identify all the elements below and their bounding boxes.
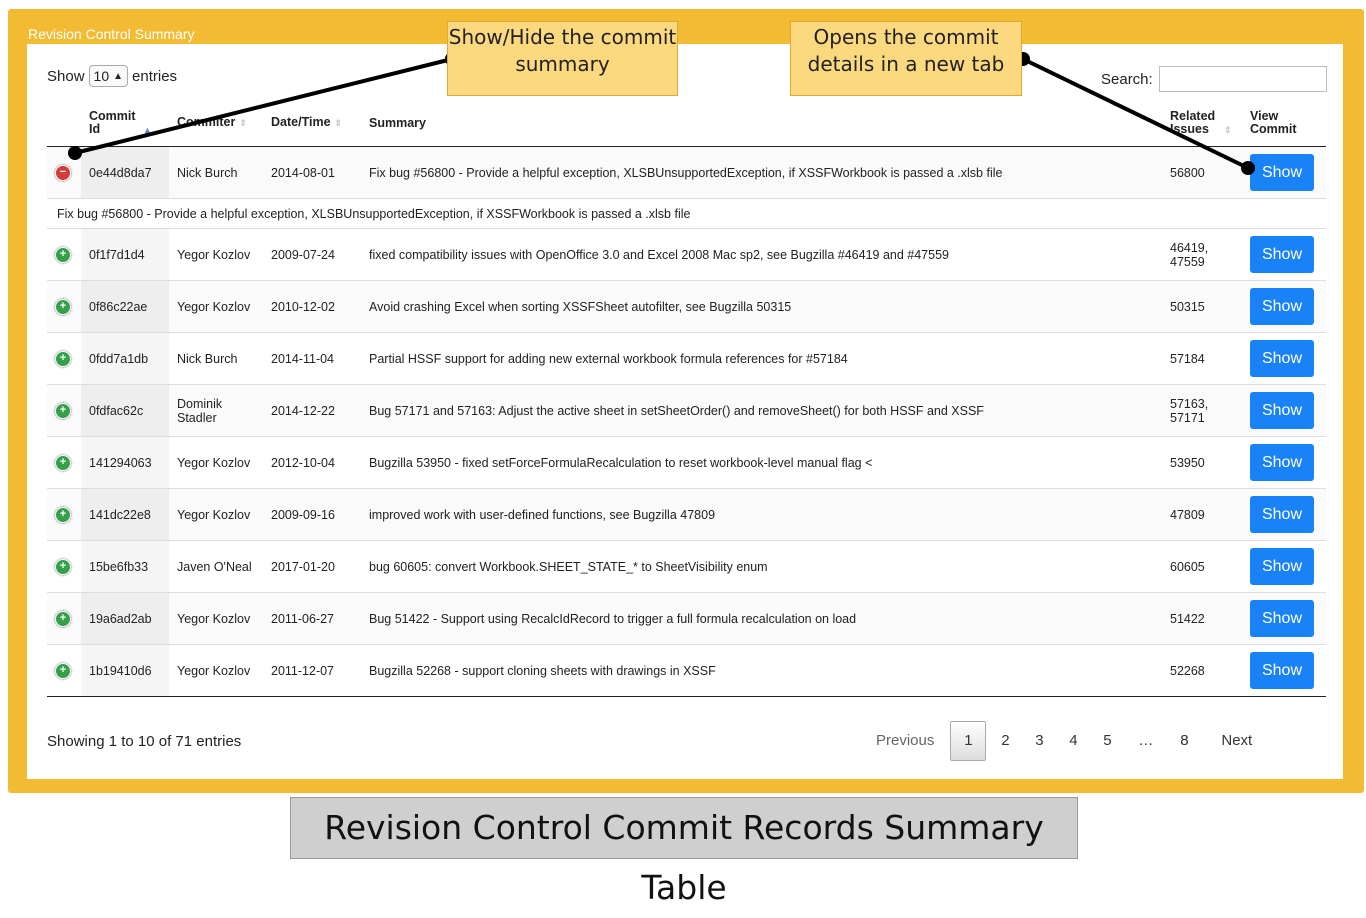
arrow-endpoint <box>1241 161 1255 175</box>
toggle-callout-arrow <box>74 57 453 155</box>
show-callout-arrow <box>1022 57 1249 170</box>
arrow-endpoint <box>68 146 82 160</box>
callout-arrows <box>68 52 1255 175</box>
figure-caption: Revision Control Commit Records Summary … <box>290 797 1078 907</box>
show-button-callout: Opens the commit details in a new tab <box>790 21 1022 96</box>
toggle-callout: Show/Hide the commit summary <box>447 21 678 96</box>
